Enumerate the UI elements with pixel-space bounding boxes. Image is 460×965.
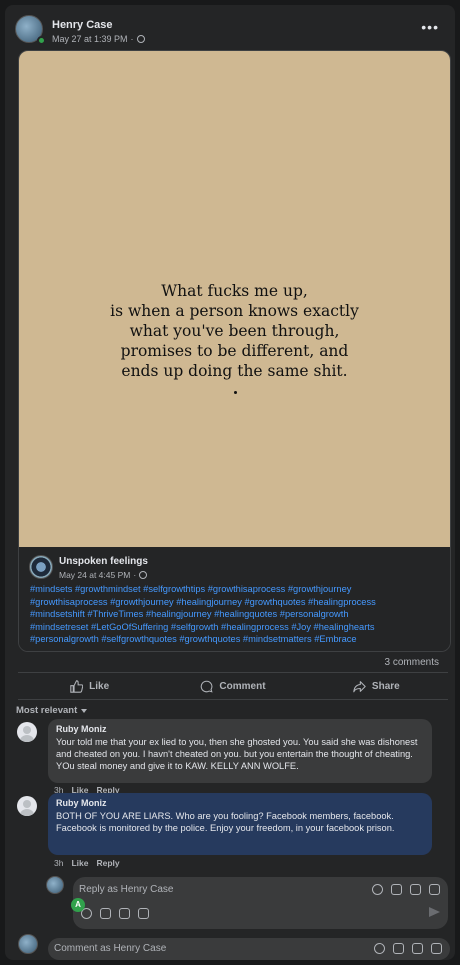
hashtag-line[interactable]: #personalgrowth #selfgrowthquotes #growt… bbox=[30, 634, 357, 644]
author-name[interactable]: Henry Case bbox=[52, 19, 113, 31]
comment-reply-button[interactable]: Reply bbox=[96, 858, 119, 868]
camera-icon[interactable] bbox=[391, 884, 402, 895]
commenter-avatar[interactable] bbox=[17, 796, 37, 816]
chevron-down-icon bbox=[81, 708, 88, 713]
post-card: Henry Case May 27 at 1:39 PM · ••• What … bbox=[5, 5, 455, 960]
post-header: Henry Case May 27 at 1:39 PM · ••• bbox=[15, 15, 445, 49]
post-timestamp[interactable]: May 27 at 1:39 PM bbox=[52, 34, 128, 44]
camera-icon[interactable] bbox=[100, 908, 111, 919]
comment-text: BOTH OF YOU ARE LIARS. Who are you fooli… bbox=[56, 811, 395, 833]
grammar-badge-icon[interactable]: A bbox=[71, 898, 85, 912]
commenter-name[interactable]: Ruby Moniz bbox=[56, 798, 424, 808]
quote-line: is when a person knows exactly bbox=[110, 302, 359, 320]
hashtags: #mindsets #growthmindset #selfgrowthtips… bbox=[30, 583, 445, 646]
gif-icon[interactable] bbox=[410, 884, 421, 895]
reply-input[interactable]: Reply as Henry Case bbox=[73, 877, 448, 929]
comment-text: Your told me that your ex lied to you, t… bbox=[56, 737, 418, 771]
page-avatar[interactable] bbox=[29, 555, 53, 579]
commenter-name[interactable]: Ruby Moniz bbox=[56, 724, 424, 734]
quote-image[interactable]: What fucks me up, is when a person knows… bbox=[19, 51, 450, 547]
reply-placeholder: Reply as Henry Case bbox=[79, 884, 174, 895]
quote-line: What fucks me up, bbox=[161, 282, 308, 300]
send-icon[interactable] bbox=[429, 907, 440, 917]
comment-time[interactable]: 3h bbox=[54, 858, 63, 868]
quote-line: ends up doing the same shit. bbox=[121, 362, 348, 380]
sort-label: Most relevant bbox=[16, 705, 78, 716]
action-bar: Like Comment Share bbox=[18, 672, 448, 700]
globe-icon bbox=[139, 571, 148, 579]
quote-line: promises to be different, and bbox=[120, 342, 349, 360]
quote-text: What fucks me up, is when a person knows… bbox=[19, 281, 450, 381]
like-label: Like bbox=[89, 680, 110, 692]
like-button[interactable]: Like bbox=[18, 673, 161, 699]
comment-icon bbox=[201, 680, 213, 693]
camera-icon[interactable] bbox=[393, 943, 404, 954]
share-icon bbox=[353, 680, 366, 692]
emoji-icon[interactable] bbox=[372, 884, 383, 895]
commenter-avatar[interactable] bbox=[17, 722, 37, 742]
comment-tools bbox=[374, 943, 442, 954]
reply-avatar[interactable] bbox=[46, 876, 64, 894]
sticker-icon[interactable] bbox=[138, 908, 149, 919]
share-button[interactable]: Share bbox=[305, 673, 448, 699]
comment-button[interactable]: Comment bbox=[161, 673, 304, 699]
shared-post[interactable]: What fucks me up, is when a person knows… bbox=[18, 50, 451, 652]
comments-count[interactable]: 3 comments bbox=[385, 657, 439, 668]
quote-dot bbox=[234, 391, 237, 394]
quote-line: what you've been through, bbox=[129, 322, 340, 340]
comment-bubble: Ruby Moniz BOTH OF YOU ARE LIARS. Who ar… bbox=[48, 793, 432, 855]
online-status-icon bbox=[37, 36, 46, 45]
comment-actions: 3h Like Reply bbox=[54, 858, 120, 868]
hashtag-line[interactable]: #mindsets #growthmindset #selfgrowthtips… bbox=[30, 584, 351, 594]
globe-icon bbox=[136, 35, 145, 43]
hashtag-line[interactable]: #mindsetshift #ThriveTimes #healingjourn… bbox=[30, 609, 349, 619]
comment-sort-dropdown[interactable]: Most relevant bbox=[16, 705, 88, 716]
share-label: Share bbox=[371, 680, 400, 692]
thumbs-up-icon bbox=[70, 679, 84, 693]
comment-like-button[interactable]: Like bbox=[71, 858, 88, 868]
hashtag-line[interactable]: #mindsetreset #LetGoOfSuffering #selfgro… bbox=[30, 622, 375, 632]
comment-avatar[interactable] bbox=[18, 934, 38, 954]
comment-placeholder: Comment as Henry Case bbox=[54, 943, 167, 954]
hashtag-line[interactable]: #growthisaprocess #growthjourney #healin… bbox=[30, 597, 376, 607]
reply-tools-bottom bbox=[81, 908, 149, 919]
reply-tools-top bbox=[372, 884, 440, 895]
gif-icon[interactable] bbox=[119, 908, 130, 919]
original-timestamp[interactable]: May 24 at 4:45 PM bbox=[59, 570, 130, 580]
original-post-info: Unspoken feelings May 24 at 4:45 PM · #m… bbox=[19, 547, 450, 651]
post-meta: May 27 at 1:39 PM · bbox=[52, 34, 145, 44]
emoji-icon[interactable] bbox=[374, 943, 385, 954]
page-name[interactable]: Unspoken feelings bbox=[59, 556, 148, 567]
sticker-icon[interactable] bbox=[431, 943, 442, 954]
original-meta: May 24 at 4:45 PM · bbox=[59, 570, 148, 580]
gif-icon[interactable] bbox=[412, 943, 423, 954]
comment-label: Comment bbox=[219, 680, 266, 692]
comment-bubble: Ruby Moniz Your told me that your ex lie… bbox=[48, 719, 432, 783]
comment-input[interactable]: Comment as Henry Case bbox=[48, 938, 450, 960]
more-options-button[interactable]: ••• bbox=[421, 19, 439, 35]
sticker-icon[interactable] bbox=[429, 884, 440, 895]
